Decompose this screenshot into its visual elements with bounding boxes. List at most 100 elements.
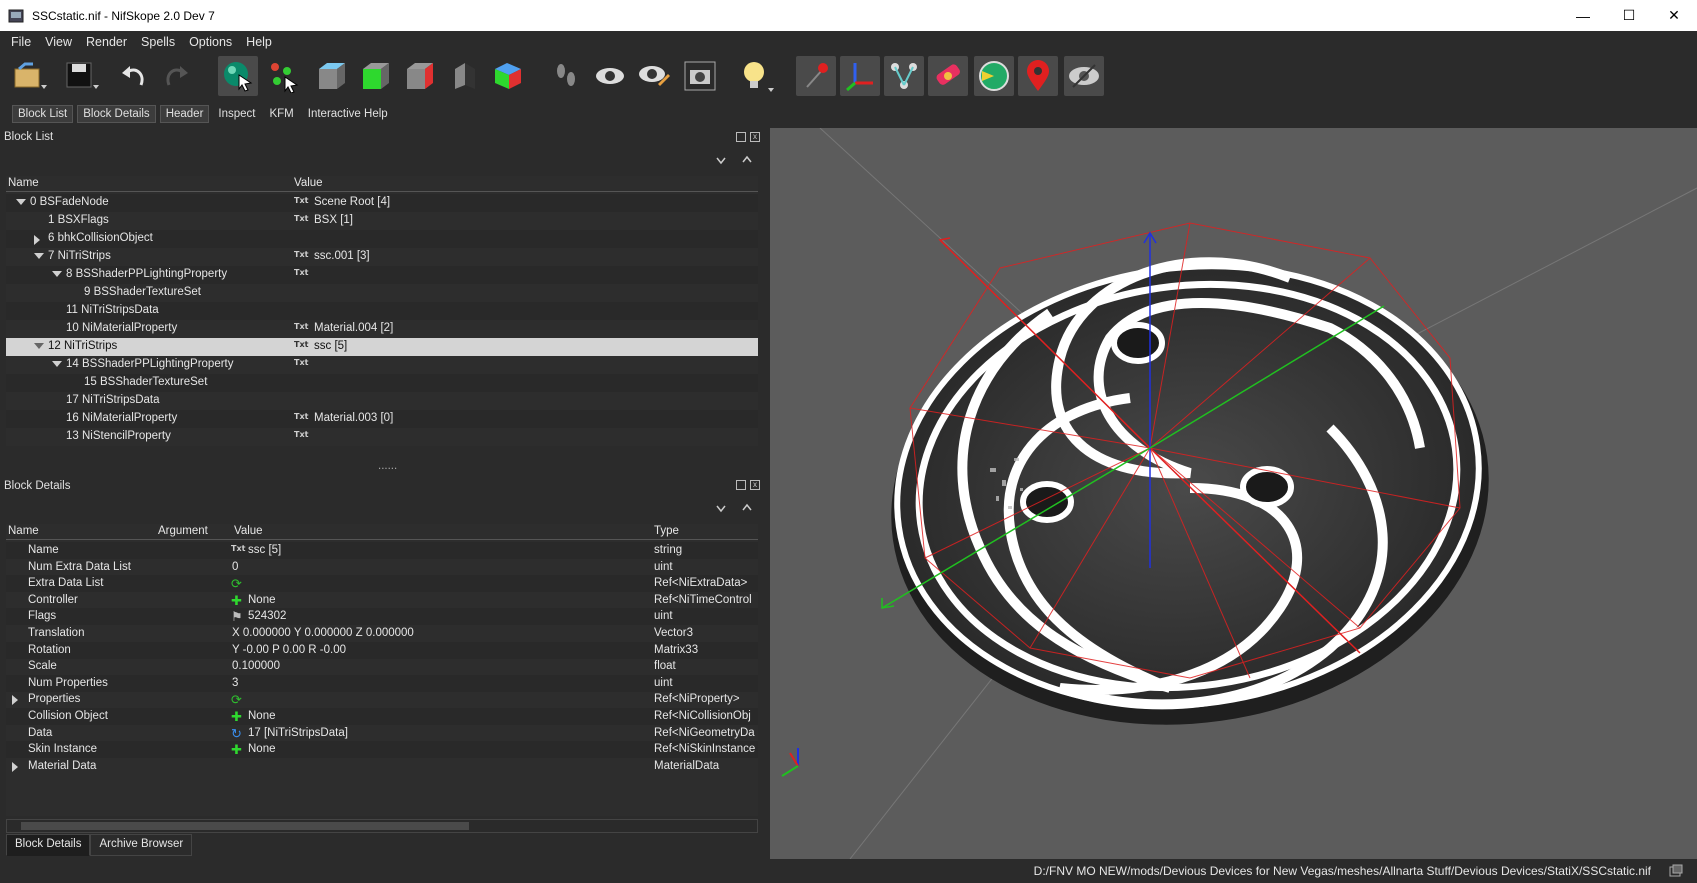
block-list-row[interactable]: 13 NiStencilProperty Txt bbox=[6, 428, 758, 446]
show-markers-icon[interactable] bbox=[974, 56, 1014, 96]
block-list-row[interactable]: 12 NiTriStrips Txt ssc [5] bbox=[6, 338, 758, 356]
col-name[interactable]: Name bbox=[8, 177, 39, 189]
select-vertex-icon[interactable] bbox=[264, 56, 304, 96]
scrollbar-thumb[interactable] bbox=[21, 822, 469, 830]
float-dock-icon[interactable] bbox=[736, 480, 746, 490]
field-value[interactable]: 17 [NiTriStripsData] bbox=[248, 727, 348, 739]
block-list-row[interactable]: 10 NiMaterialProperty Txt Material.004 [2] bbox=[6, 320, 758, 338]
expand-arrow-icon[interactable] bbox=[12, 761, 18, 772]
col-type[interactable]: Type bbox=[654, 525, 679, 537]
close-dock-icon[interactable]: x bbox=[750, 132, 760, 142]
field-value[interactable]: None bbox=[248, 594, 276, 606]
lighting-icon[interactable] bbox=[738, 56, 778, 96]
menu-file[interactable]: File bbox=[4, 35, 38, 49]
show-axes-icon[interactable] bbox=[796, 56, 836, 96]
view-side-icon[interactable] bbox=[400, 56, 440, 96]
tab-block-details-bottom[interactable]: Block Details bbox=[6, 834, 91, 856]
save-icon[interactable] bbox=[62, 56, 102, 96]
maximize-button[interactable]: ☐ bbox=[1606, 0, 1652, 31]
tab-kfm[interactable]: KFM bbox=[264, 106, 298, 122]
col-argument[interactable]: Argument bbox=[158, 525, 208, 537]
select-object-icon[interactable] bbox=[218, 56, 258, 96]
tab-inspect[interactable]: Inspect bbox=[213, 106, 260, 122]
detail-row[interactable]: Collision Object ✚ None Ref<NiCollisionObj bbox=[6, 708, 758, 725]
expand-all-icon[interactable] bbox=[742, 155, 752, 163]
field-value[interactable]: None bbox=[248, 710, 276, 722]
tab-interactive-help[interactable]: Interactive Help bbox=[303, 106, 393, 122]
detail-row[interactable]: Extra Data List ⟳ Ref<NiExtraData> bbox=[6, 575, 758, 593]
detail-row[interactable]: Num Properties 3 uint bbox=[6, 674, 758, 692]
view-back-icon[interactable] bbox=[444, 56, 484, 96]
add-link-icon[interactable]: ✚ bbox=[231, 710, 242, 723]
block-list-row[interactable]: 9 BSShaderTextureSet bbox=[6, 284, 758, 302]
minimize-button[interactable]: — bbox=[1560, 0, 1606, 31]
detail-row[interactable]: Translation X 0.000000 Y 0.000000 Z 0.000… bbox=[6, 625, 758, 642]
block-list-row[interactable]: 14 BSShaderPPLightingProperty Txt bbox=[6, 356, 758, 374]
detail-row[interactable]: Rotation Y -0.00 P 0.00 R -0.00 Matrix33 bbox=[6, 641, 758, 659]
expand-all-icon[interactable] bbox=[742, 503, 752, 511]
view-top-icon[interactable] bbox=[312, 56, 352, 96]
block-list-row[interactable]: 15 BSShaderTextureSet bbox=[6, 374, 758, 392]
undo-icon[interactable] bbox=[114, 56, 154, 96]
show-havok-icon[interactable] bbox=[928, 56, 968, 96]
refresh-icon[interactable]: ⟳ bbox=[231, 577, 242, 590]
tab-header[interactable]: Header bbox=[159, 105, 210, 123]
collapse-arrow-icon[interactable] bbox=[34, 253, 44, 259]
splitter-grip[interactable]: ...... bbox=[378, 460, 397, 472]
menu-render[interactable]: Render bbox=[79, 35, 134, 49]
expand-arrow-icon[interactable] bbox=[12, 695, 18, 706]
block-list-row[interactable]: 8 BSShaderPPLightingProperty Txt bbox=[6, 266, 758, 284]
close-dock-icon[interactable]: x bbox=[750, 480, 760, 490]
tab-block-details[interactable]: Block Details bbox=[77, 105, 156, 123]
field-value[interactable]: 3 bbox=[232, 677, 238, 689]
field-value[interactable]: X 0.000000 Y 0.000000 Z 0.000000 bbox=[232, 627, 414, 639]
view-front-icon[interactable] bbox=[356, 56, 396, 96]
detail-row[interactable]: Material Data MaterialData bbox=[6, 758, 758, 775]
col-value[interactable]: Value bbox=[294, 177, 323, 189]
show-hidden-icon[interactable] bbox=[1018, 56, 1058, 96]
collapse-arrow-icon[interactable] bbox=[52, 271, 62, 277]
tab-block-list[interactable]: Block List bbox=[12, 105, 74, 123]
collapse-all-icon[interactable] bbox=[716, 157, 726, 165]
refresh-icon[interactable]: ⟳ bbox=[231, 693, 242, 706]
add-link-icon[interactable]: ✚ bbox=[231, 743, 242, 756]
menu-view[interactable]: View bbox=[38, 35, 79, 49]
detail-row[interactable]: Data ↻ 17 [NiTriStripsData] Ref<NiGeometryD… bbox=[6, 725, 758, 742]
collapse-arrow-icon[interactable] bbox=[52, 361, 62, 367]
detail-row[interactable]: Name Txt ssc [5] string bbox=[6, 542, 758, 559]
block-list-row[interactable]: 17 NiTriStripsData bbox=[6, 392, 758, 410]
collapse-arrow-icon[interactable] bbox=[34, 343, 44, 349]
detail-row[interactable]: Num Extra Data List 0 uint bbox=[6, 559, 758, 576]
menu-spells[interactable]: Spells bbox=[134, 35, 182, 49]
field-value[interactable]: 524302 bbox=[248, 610, 286, 622]
col-value[interactable]: Value bbox=[234, 525, 263, 537]
expand-arrow-icon[interactable] bbox=[34, 235, 40, 245]
field-value[interactable]: ssc [5] bbox=[248, 544, 281, 556]
block-list-row[interactable]: 0 BSFadeNode Txt Scene Root [4] bbox=[6, 194, 758, 212]
col-name[interactable]: Name bbox=[8, 525, 39, 537]
field-value[interactable]: 0 bbox=[232, 561, 238, 573]
detail-row[interactable]: Controller ✚ None Ref<NiTimeControl bbox=[6, 592, 758, 609]
eye-icon[interactable] bbox=[590, 56, 630, 96]
menu-options[interactable]: Options bbox=[182, 35, 239, 49]
view-user-icon[interactable] bbox=[488, 56, 528, 96]
render-viewport[interactable] bbox=[770, 128, 1697, 859]
field-value[interactable]: 0.100000 bbox=[232, 660, 280, 672]
collapse-all-icon[interactable] bbox=[716, 505, 726, 513]
menu-help[interactable]: Help bbox=[239, 35, 279, 49]
screenshot-icon[interactable] bbox=[680, 56, 720, 96]
walk-icon[interactable] bbox=[546, 56, 586, 96]
link-icon[interactable]: ↻ bbox=[231, 727, 242, 740]
field-value[interactable]: None bbox=[248, 743, 276, 755]
block-list-row[interactable]: 16 NiMaterialProperty Txt Material.003 [0] bbox=[6, 410, 758, 428]
show-constraints-icon[interactable] bbox=[884, 56, 924, 96]
float-dock-icon[interactable] bbox=[736, 132, 746, 142]
eye-edit-icon[interactable] bbox=[634, 56, 674, 96]
field-value[interactable]: Y -0.00 P 0.00 R -0.00 bbox=[232, 644, 346, 656]
block-list-row[interactable]: 1 BSXFlags Txt BSX [1] bbox=[6, 212, 758, 230]
block-list-row[interactable]: 6 bhkCollisionObject bbox=[6, 230, 758, 248]
resize-grip-icon[interactable] bbox=[1669, 864, 1683, 878]
tab-archive-browser[interactable]: Archive Browser bbox=[90, 834, 193, 856]
close-button[interactable]: ✕ bbox=[1651, 0, 1697, 31]
block-list-row[interactable]: 11 NiTriStripsData bbox=[6, 302, 758, 320]
